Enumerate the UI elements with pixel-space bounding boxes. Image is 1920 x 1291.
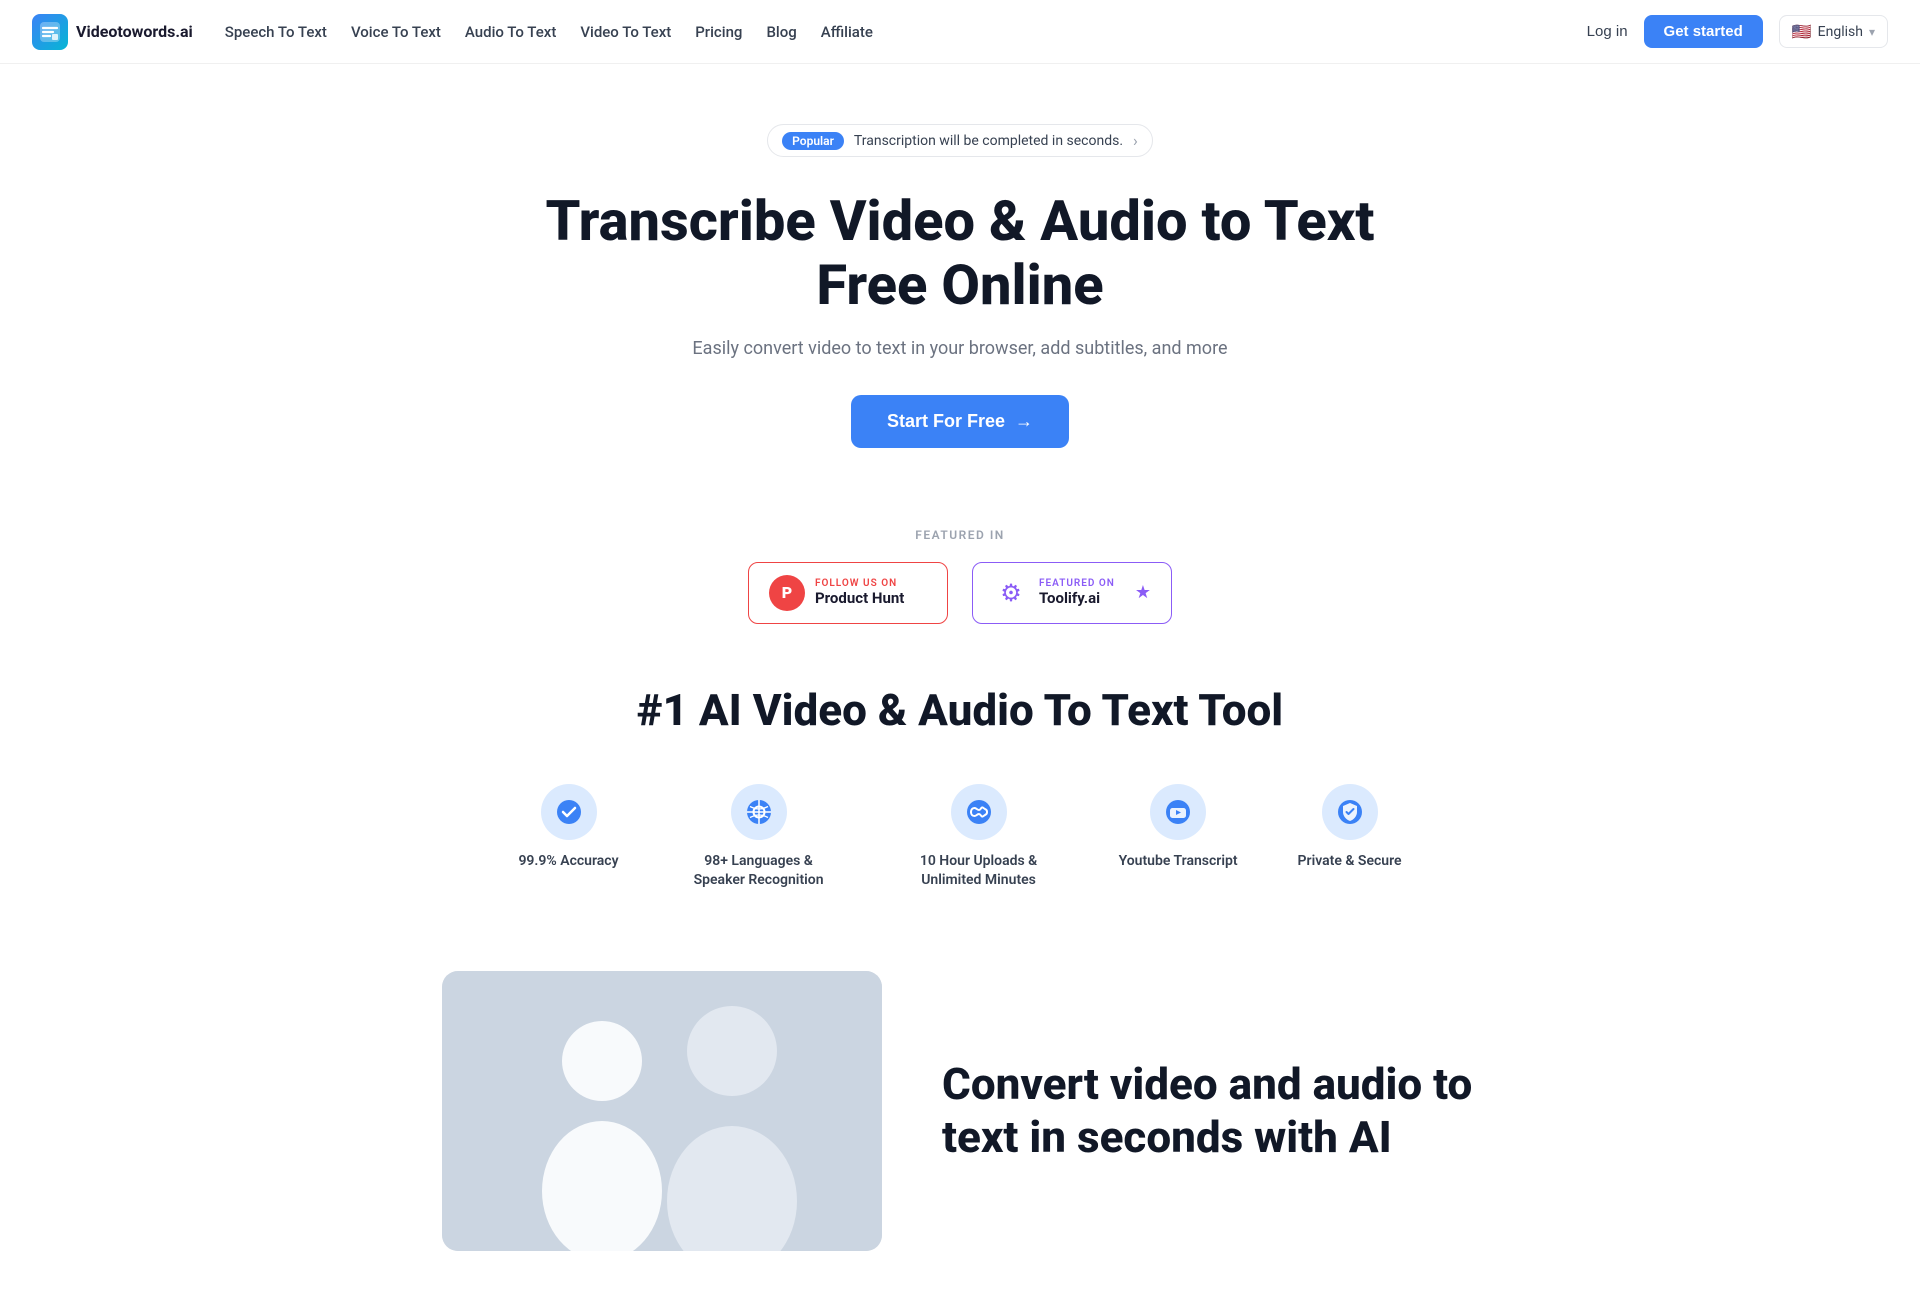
flag-icon: 🇺🇸 (1792, 22, 1812, 41)
languages-icon-circle (731, 784, 787, 840)
nav-voice-to-text[interactable]: Voice To Text (351, 23, 441, 41)
toolify-text: FEATURED ON Toolify.ai (1039, 578, 1125, 607)
bottom-section: Convert video and audio to text in secon… (410, 931, 1510, 1291)
product-hunt-name: Product Hunt (815, 589, 904, 607)
navbar: Videotowords.ai Speech To Text Voice To … (0, 0, 1920, 64)
bottom-text: Convert video and audio to text in secon… (942, 1058, 1478, 1164)
feature-languages: 98+ Languages & Speaker Recognition (679, 784, 839, 891)
logo-link[interactable]: Videotowords.ai (32, 14, 193, 50)
toolify-badge[interactable]: ⚙ FEATURED ON Toolify.ai ★ (972, 562, 1172, 624)
hero-badge-banner: Popular Transcription will be completed … (767, 124, 1153, 157)
toolify-gear-icon: ⚙ (1000, 579, 1022, 607)
nav-pricing[interactable]: Pricing (695, 23, 742, 41)
hero-section: Popular Transcription will be completed … (510, 64, 1410, 488)
languages-label: 98+ Languages & Speaker Recognition (679, 852, 839, 891)
nav-affiliate[interactable]: Affiliate (821, 23, 873, 41)
features-row: 99.9% Accuracy 98+ Languages & Speaker R… (410, 784, 1510, 891)
youtube-label: Youtube Transcript (1119, 852, 1238, 872)
accuracy-label: 99.9% Accuracy (518, 852, 618, 872)
hero-title: Transcribe Video & Audio to Text Free On… (530, 189, 1390, 318)
featured-section: FEATURED IN P FOLLOW US ON Product Hunt … (0, 488, 1920, 664)
ai-tool-title: #1 AI Video & Audio To Text Tool (20, 684, 1900, 736)
popular-badge: Popular (782, 132, 844, 150)
nav-right: Log in Get started 🇺🇸 English ▾ (1587, 15, 1888, 48)
arrow-right-icon: → (1015, 411, 1033, 432)
start-for-free-label: Start For Free (887, 411, 1005, 432)
private-label: Private & Secure (1298, 852, 1402, 872)
feature-uploads: 10 Hour Uploads & Unlimited Minutes (899, 784, 1059, 891)
nav-left: Videotowords.ai Speech To Text Voice To … (32, 14, 873, 50)
feature-youtube: Youtube Transcript (1119, 784, 1238, 872)
feature-accuracy: 99.9% Accuracy (518, 784, 618, 872)
get-started-button[interactable]: Get started (1644, 15, 1763, 48)
toolify-star-icon: ★ (1135, 582, 1151, 603)
bottom-title: Convert video and audio to text in secon… (942, 1058, 1478, 1164)
uploads-icon-circle (951, 784, 1007, 840)
start-for-free-button[interactable]: Start For Free → (851, 395, 1069, 448)
product-hunt-text: FOLLOW US ON Product Hunt (815, 578, 904, 607)
accuracy-icon-circle (541, 784, 597, 840)
hero-badge-text: Transcription will be completed in secon… (854, 133, 1123, 149)
language-selector[interactable]: 🇺🇸 English ▾ (1779, 15, 1888, 48)
language-label: English (1818, 24, 1863, 40)
youtube-icon-circle (1150, 784, 1206, 840)
nav-video-to-text[interactable]: Video To Text (580, 23, 671, 41)
featured-label: FEATURED IN (20, 528, 1900, 542)
product-hunt-badge[interactable]: P FOLLOW US ON Product Hunt (748, 562, 948, 624)
logo-icon (32, 14, 68, 50)
product-hunt-icon: P (769, 575, 805, 611)
featured-badges: P FOLLOW US ON Product Hunt ⚙ FEATURED O… (20, 562, 1900, 624)
feature-private: Private & Secure (1298, 784, 1402, 872)
chevron-down-icon: ▾ (1869, 25, 1875, 39)
uploads-label: 10 Hour Uploads & Unlimited Minutes (899, 852, 1059, 891)
bottom-image (442, 971, 882, 1251)
nav-speech-to-text[interactable]: Speech To Text (225, 23, 327, 41)
product-hunt-follow: FOLLOW US ON (815, 578, 904, 589)
toolify-icon: ⚙ (993, 575, 1029, 611)
nav-audio-to-text[interactable]: Audio To Text (465, 23, 556, 41)
ai-tool-section: #1 AI Video & Audio To Text Tool 99.9% A… (0, 664, 1920, 931)
nav-blog[interactable]: Blog (766, 23, 796, 41)
login-button[interactable]: Log in (1587, 23, 1628, 40)
logo-text: Videotowords.ai (76, 22, 193, 41)
hero-subtitle: Easily convert video to text in your bro… (530, 338, 1390, 359)
private-icon-circle (1322, 784, 1378, 840)
badge-arrow-icon: › (1133, 131, 1138, 150)
toolify-name: Toolify.ai (1039, 589, 1125, 607)
nav-links: Speech To Text Voice To Text Audio To Te… (225, 23, 873, 41)
toolify-featured-label: FEATURED ON (1039, 578, 1125, 589)
people-silhouette (442, 971, 882, 1251)
